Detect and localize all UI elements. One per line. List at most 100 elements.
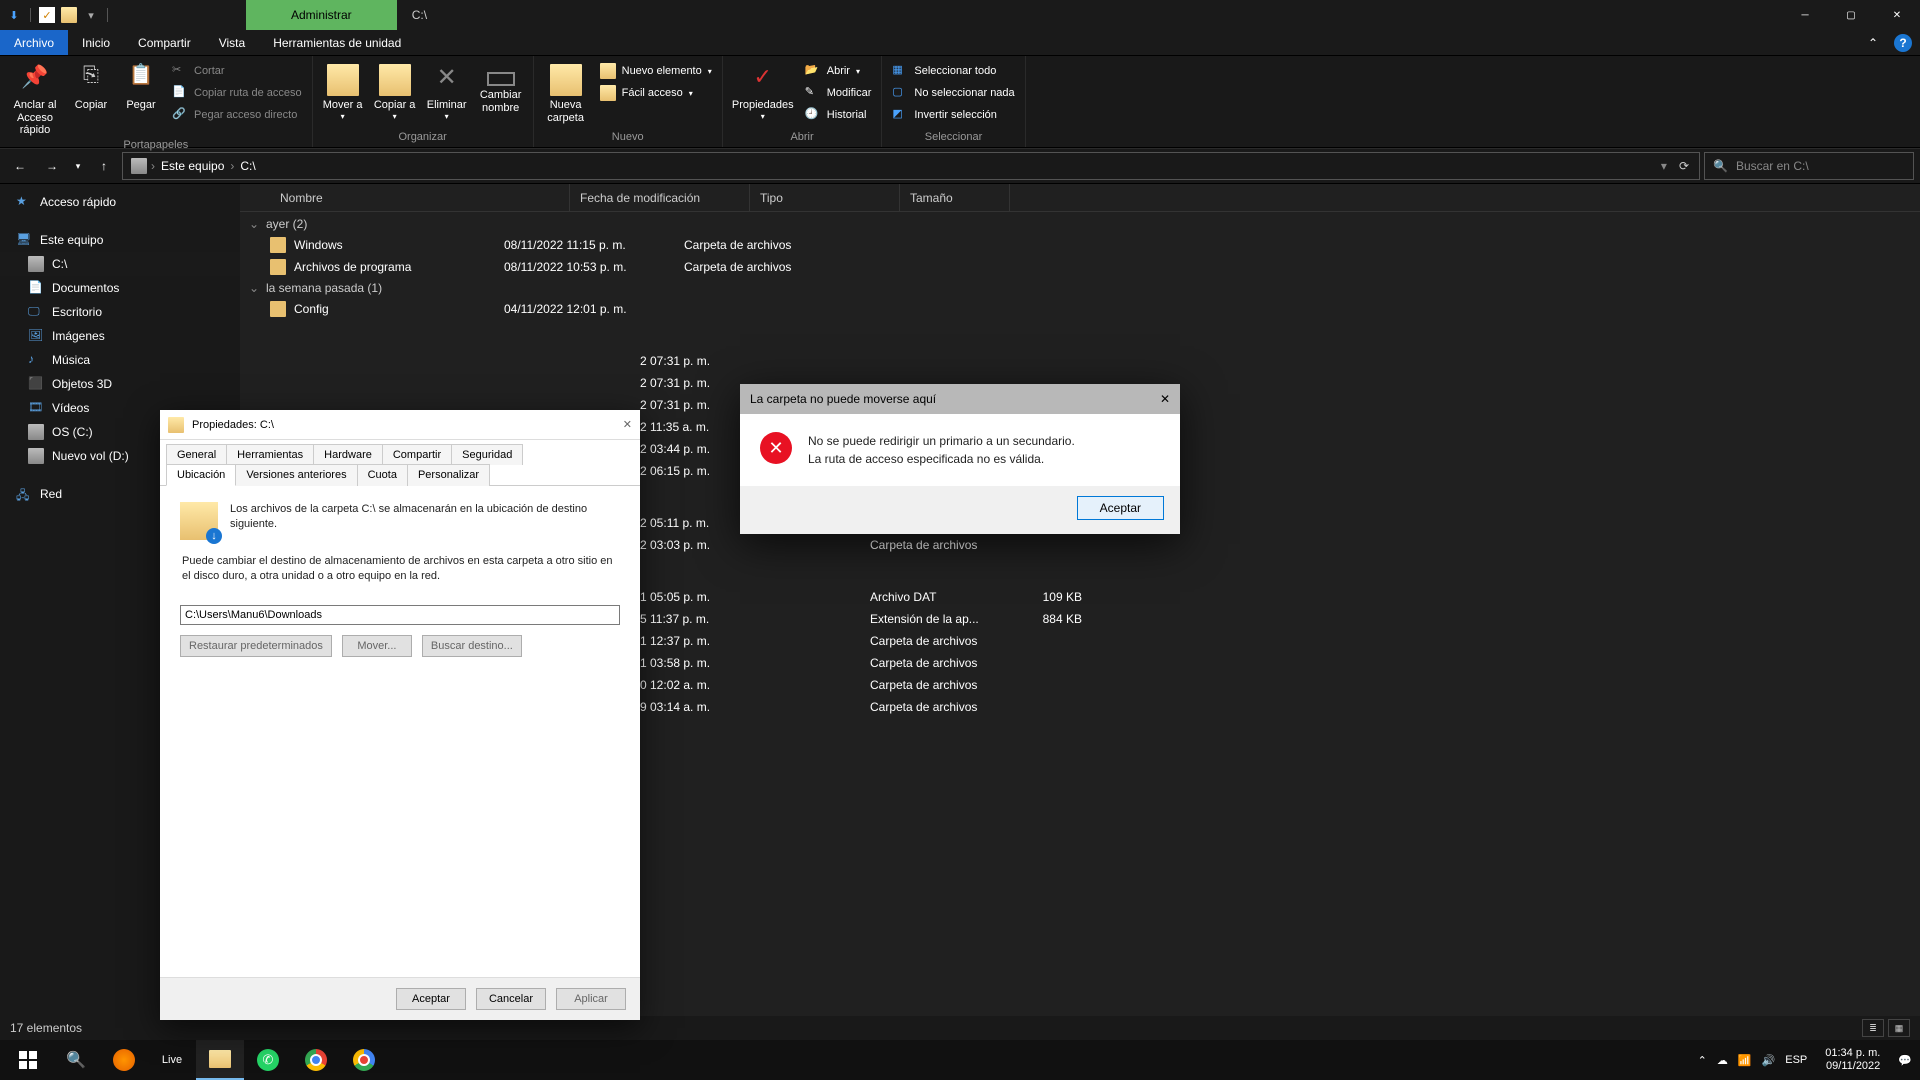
file-row[interactable]: Archivos de programa08/11/2022 10:53 p. … [240,256,1920,278]
sidebar-item-music[interactable]: ♪Música [0,348,240,372]
dialog-tab[interactable]: Versiones anteriores [235,464,357,486]
forward-button[interactable]: → [38,152,66,180]
file-row[interactable]: Config04/11/2022 12:01 p. m. [240,298,1920,320]
chevron-down-icon[interactable]: ▾ [1655,159,1673,173]
dialog-tab[interactable]: Personalizar [407,464,490,486]
back-button[interactable]: ← [6,152,34,180]
down-arrow-icon[interactable]: ⬇ [6,7,22,23]
paste-button[interactable]: 📋 Pegar [118,60,164,114]
recent-dropdown[interactable]: ▾ [70,152,86,180]
sidebar-item-documents[interactable]: 📄Documentos [0,276,240,300]
taskbar-app-chrome[interactable] [292,1040,340,1080]
error-titlebar[interactable]: La carpeta no puede moverse aquí ✕ [740,384,1180,414]
thumbnails-view-button[interactable]: ▦ [1888,1019,1910,1037]
dialog-titlebar[interactable]: Propiedades: C:\ ✕ [160,410,640,440]
tray-chevron-icon[interactable]: ⌃ [1698,1054,1707,1067]
select-none-button[interactable]: ▢No seleccionar nada [888,82,1018,104]
context-tab[interactable]: Administrar [246,0,397,30]
move-button[interactable]: Mover... [342,635,412,657]
sidebar-item-pictures[interactable]: 🖼Imágenes [0,324,240,348]
checkbox-icon[interactable]: ✓ [39,7,55,23]
delete-button[interactable]: ✕Eliminar▾ [423,60,471,123]
breadcrumb-segment[interactable]: C:\ [234,159,261,173]
dialog-tab[interactable]: Compartir [382,444,452,465]
sidebar-item-c[interactable]: C:\ [0,252,240,276]
taskbar-app-whatsapp[interactable]: ✆ [244,1040,292,1080]
group-header[interactable]: ⌄la semana pasada (1) [240,278,1920,298]
properties-button[interactable]: ✓Propiedades▾ [729,60,797,123]
details-view-button[interactable]: ≣ [1862,1019,1884,1037]
dropdown-icon[interactable]: ▾ [83,7,99,23]
tab-drive-tools[interactable]: Herramientas de unidad [259,30,415,55]
location-path-input[interactable] [180,605,620,625]
file-row[interactable]: Windows08/11/2022 11:15 p. m.Carpeta de … [240,234,1920,256]
search-button[interactable]: 🔍 [52,1040,100,1080]
restore-defaults-button[interactable]: Restaurar predeterminados [180,635,332,657]
open-button[interactable]: 📂Abrir ▾ [801,60,876,82]
ok-button[interactable]: Aceptar [396,988,466,1010]
close-icon[interactable]: ✕ [1160,392,1170,406]
tray-volume-icon[interactable]: 🔊 [1762,1054,1776,1067]
history-button[interactable]: 🕘Historial [801,104,876,126]
maximize-button[interactable]: ▢ [1828,0,1874,30]
copy-path-button[interactable]: 📄Copiar ruta de acceso [168,82,306,104]
collapse-ribbon-icon[interactable]: ⌃ [1860,30,1886,55]
select-all-button[interactable]: ▦Seleccionar todo [888,60,1018,82]
search-input[interactable]: 🔍 Buscar en C:\ [1704,152,1914,180]
tab-view[interactable]: Vista [205,30,259,55]
new-folder-button[interactable]: Nueva carpeta [540,60,592,126]
close-icon[interactable]: ✕ [623,418,632,431]
sidebar-this-pc[interactable]: 🖥Este equipo [0,228,240,252]
col-date[interactable]: Fecha de modificación [570,184,750,211]
dialog-tab[interactable]: Herramientas [226,444,314,465]
minimize-button[interactable]: ─ [1782,0,1828,30]
sidebar-quick-access[interactable]: ★Acceso rápido [0,190,240,214]
tray-notifications-icon[interactable]: 💬 [1898,1054,1912,1067]
copy-button[interactable]: ⎘ Copiar [68,60,114,114]
close-button[interactable]: ✕ [1874,0,1920,30]
taskbar-app-chrome-canary[interactable] [340,1040,388,1080]
sidebar-item-3d[interactable]: ⬛Objetos 3D [0,372,240,396]
find-target-button[interactable]: Buscar destino... [422,635,522,657]
dialog-tab[interactable]: Hardware [313,444,383,465]
edit-button[interactable]: ✎Modificar [801,82,876,104]
breadcrumb-segment[interactable]: Este equipo [155,159,230,173]
rename-button[interactable]: Cambiar nombre [475,60,527,116]
move-to-button[interactable]: Mover a▾ [319,60,367,123]
cut-button[interactable]: ✂Cortar [168,60,306,82]
refresh-icon[interactable]: ⟳ [1673,159,1695,173]
start-button[interactable] [4,1040,52,1080]
dialog-tab[interactable]: Ubicación [166,464,236,486]
pin-button[interactable]: 📌 Anclar al Acceso rápido [6,60,64,139]
up-button[interactable]: ↑ [90,152,118,180]
tab-home[interactable]: Inicio [68,30,124,55]
tab-share[interactable]: Compartir [124,30,205,55]
help-icon[interactable]: ? [1894,34,1912,52]
sidebar-item-desktop[interactable]: 🖵Escritorio [0,300,240,324]
dialog-tab[interactable]: Seguridad [451,444,523,465]
dialog-tab[interactable]: Cuota [357,464,408,486]
tray-onedrive-icon[interactable]: ☁ [1717,1054,1728,1067]
paste-shortcut-button[interactable]: 🔗Pegar acceso directo [168,104,306,126]
col-size[interactable]: Tamaño [900,184,1010,211]
folder-icon[interactable] [61,7,77,23]
invert-selection-button[interactable]: ◩Invertir selección [888,104,1018,126]
tray-language[interactable]: ESP [1785,1054,1807,1066]
group-header[interactable]: ⌄ayer (2) [240,214,1920,234]
apply-button[interactable]: Aplicar [556,988,626,1010]
col-name[interactable]: Nombre [270,184,570,211]
file-row[interactable]: 2 07:31 p. m. [240,350,1920,372]
easy-access-button[interactable]: Fácil acceso ▾ [596,82,716,104]
tray-clock[interactable]: 01:34 p. m. 09/11/2022 [1817,1047,1888,1073]
dialog-tab[interactable]: General [166,444,227,465]
breadcrumb-bar[interactable]: › Este equipo › C:\ ▾ ⟳ [122,152,1700,180]
tab-file[interactable]: Archivo [0,30,68,55]
ok-button[interactable]: Aceptar [1077,496,1164,520]
taskbar-app-explorer[interactable] [196,1040,244,1080]
taskbar-app-firefox[interactable] [100,1040,148,1080]
col-type[interactable]: Tipo [750,184,900,211]
tray-wifi-icon[interactable]: 📶 [1738,1054,1752,1067]
new-item-button[interactable]: Nuevo elemento ▾ [596,60,716,82]
taskbar-live[interactable]: Live [148,1040,196,1080]
cancel-button[interactable]: Cancelar [476,988,546,1010]
